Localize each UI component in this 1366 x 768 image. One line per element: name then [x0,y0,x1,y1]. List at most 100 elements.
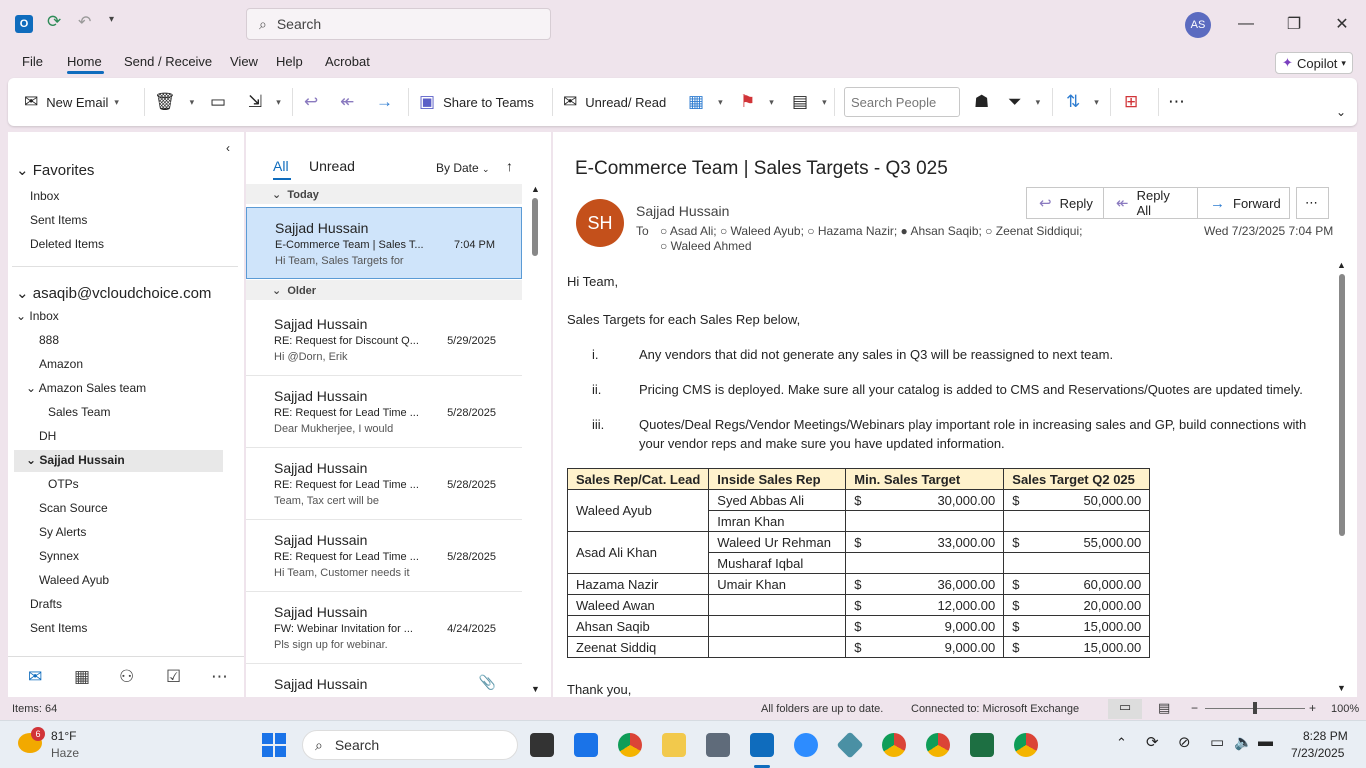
account-header[interactable]: ⌄ asaqib@vcloudchoice.com [16,284,211,302]
more-actions-button[interactable]: ⋯ [1296,187,1329,219]
folder-888[interactable]: 888 [39,333,59,347]
folder-scan-source[interactable]: Scan Source [39,501,108,515]
inbox-folder[interactable]: ⌄ Inbox [16,309,59,323]
move-button[interactable]: ⇲ ▾ [248,92,281,112]
fav-sent-items[interactable]: Sent Items [30,213,87,227]
chevron-up-icon[interactable]: ⌃ [1116,735,1127,751]
categorize-button[interactable]: ▦ ▾ [688,92,723,112]
sort-dropdown[interactable]: By Date ⌄ [436,161,490,175]
task-view-icon[interactable] [530,733,554,757]
chrome-profile-icon[interactable] [882,733,906,757]
user-avatar[interactable]: AS [1185,12,1211,38]
list-item[interactable]: Sajjad Hussain E-Commerce Team | Sales T… [246,207,522,279]
tab-all[interactable]: All [273,158,289,174]
scroll-down-icon[interactable]: ▼ [1337,683,1346,693]
reply-all-ribbon-button[interactable]: ↞ [340,92,362,112]
zoom-out-icon[interactable]: − [1191,701,1198,715]
folder-amazon-sales-team[interactable]: ⌄ Amazon Sales team [26,381,146,395]
microsoft-store-icon[interactable] [574,733,598,757]
folder-sy-alerts[interactable]: Sy Alerts [39,525,86,539]
folder-drafts[interactable]: Drafts [30,597,62,611]
recipients-line-2[interactable]: ○ Waleed Ahmed [660,239,752,253]
list-item[interactable]: Sajjad Hussain RE: Request for Lead Time… [246,520,522,592]
scroll-up-icon[interactable]: ▲ [1337,260,1346,270]
list-item[interactable]: Sajjad Hussain FW: Webinar Invitation fo… [246,592,522,664]
folder-waleed-ayub[interactable]: Waleed Ayub [39,573,109,587]
app-icon[interactable] [836,731,864,759]
collapse-ribbon-button[interactable]: ⌄ [1336,102,1346,122]
folder-otps[interactable]: OTPs [48,477,79,491]
clock-time[interactable]: 8:28 PM [1303,729,1348,743]
reading-view-icon[interactable]: ▤ [1158,700,1170,716]
fav-inbox[interactable]: Inbox [30,189,59,203]
group-today[interactable]: ⌄ Today [246,184,522,204]
list-item[interactable]: Sajjad Hussain RE: Request for Lead Time… [246,376,522,448]
list-item[interactable]: Sajjad Hussain 📎 [246,664,522,697]
fav-deleted-items[interactable]: Deleted Items [30,237,104,251]
scrollbar[interactable] [1339,274,1345,536]
zoom-slider-thumb[interactable] [1253,702,1257,714]
list-item[interactable]: Sajjad Hussain RE: Request for Lead Time… [246,448,522,520]
clock-date[interactable]: 7/23/2025 [1291,746,1344,760]
display-icon[interactable]: ▭ [1210,733,1224,751]
calculator-icon[interactable] [706,733,730,757]
zoom-in-icon[interactable]: + [1309,701,1316,715]
scroll-up-icon[interactable]: ▲ [531,184,540,194]
weather-temp[interactable]: 81°F [51,729,76,743]
sort-direction-icon[interactable]: ↑ [506,158,513,174]
collapse-pane-icon[interactable]: ‹ [226,141,230,155]
file-explorer-icon[interactable] [662,733,686,757]
forward-button[interactable]: → Forward [1197,187,1290,219]
folder-dh[interactable]: DH [39,429,56,443]
reply-button[interactable]: ↩ Reply [1026,187,1104,219]
chrome-profile-icon[interactable] [1014,733,1038,757]
filter-button[interactable]: ⏷ ▾ [1008,92,1040,112]
update-icon[interactable]: ⟳ [1146,733,1159,751]
archive-button[interactable]: ▭ [210,92,234,112]
close-button[interactable]: ✕ [1327,10,1357,38]
recipients-line-1[interactable]: ○ Asad Ali; ○ Waleed Ayub; ○ Hazama Nazi… [660,224,1082,238]
people-icon[interactable]: ⚇ [119,667,134,687]
scroll-down-icon[interactable]: ▼ [531,684,540,694]
more-options-button[interactable]: ⋯ [1168,92,1193,112]
customize-toolbar-icon[interactable]: ▾ [109,14,114,25]
taskbar-search[interactable]: ⌕ Search [302,730,518,760]
outlook-icon[interactable] [750,733,774,757]
folder-amazon[interactable]: Amazon [39,357,83,371]
copilot-button[interactable]: ✦ Copilot ▾ [1275,52,1353,74]
new-email-button[interactable]: ✉ New Email ▾ [24,92,119,112]
search-people-input[interactable]: Search People [844,87,960,117]
folder-sales-team[interactable]: Sales Team [48,405,110,419]
flag-button[interactable]: ⚑ ▾ [740,92,774,112]
menu-help[interactable]: Help [276,54,303,69]
more-apps-icon[interactable]: ⋯ [211,667,228,687]
start-icon[interactable] [262,733,286,757]
list-item[interactable]: Sajjad Hussain RE: Request for Discount … [246,304,522,376]
volume-icon[interactable]: 🔈 [1234,733,1253,751]
mail-icon[interactable]: ✉ [28,667,42,687]
tasks-icon[interactable]: ☑ [166,667,181,687]
tab-unread[interactable]: Unread [309,158,355,174]
calendar-icon[interactable]: ▦ [74,667,90,687]
search-box[interactable]: ⌕ Search [246,8,551,40]
reply-ribbon-button[interactable]: ↩ [304,92,326,112]
menu-home[interactable]: Home [67,54,102,69]
scrollbar[interactable] [532,198,538,256]
favorites-header[interactable]: ⌄ Favorites [16,161,94,179]
minimize-button[interactable]: — [1231,10,1261,38]
sender-avatar[interactable]: SH [576,199,624,247]
rules-button[interactable]: ▤ ▾ [792,92,827,112]
menu-file[interactable]: File [22,54,43,69]
forward-ribbon-button[interactable]: → [376,92,401,112]
undo-icon[interactable]: ↶ [78,12,91,32]
unread-read-button[interactable]: ✉ Unread/ Read [563,92,666,112]
folder-sajjad-hussain[interactable]: ⌄ Sajjad Hussain [14,450,223,472]
menu-acrobat[interactable]: Acrobat [325,54,370,69]
apps-button[interactable]: ⊞ [1124,92,1146,112]
network-off-icon[interactable]: ⊘ [1178,733,1191,751]
folder-synnex[interactable]: Synnex [39,549,79,563]
folder-sent-items[interactable]: Sent Items [30,621,87,635]
translate-button[interactable]: ⇅ ▾ [1066,92,1099,112]
normal-view-icon[interactable]: ▭ [1108,699,1142,719]
menu-view[interactable]: View [230,54,258,69]
